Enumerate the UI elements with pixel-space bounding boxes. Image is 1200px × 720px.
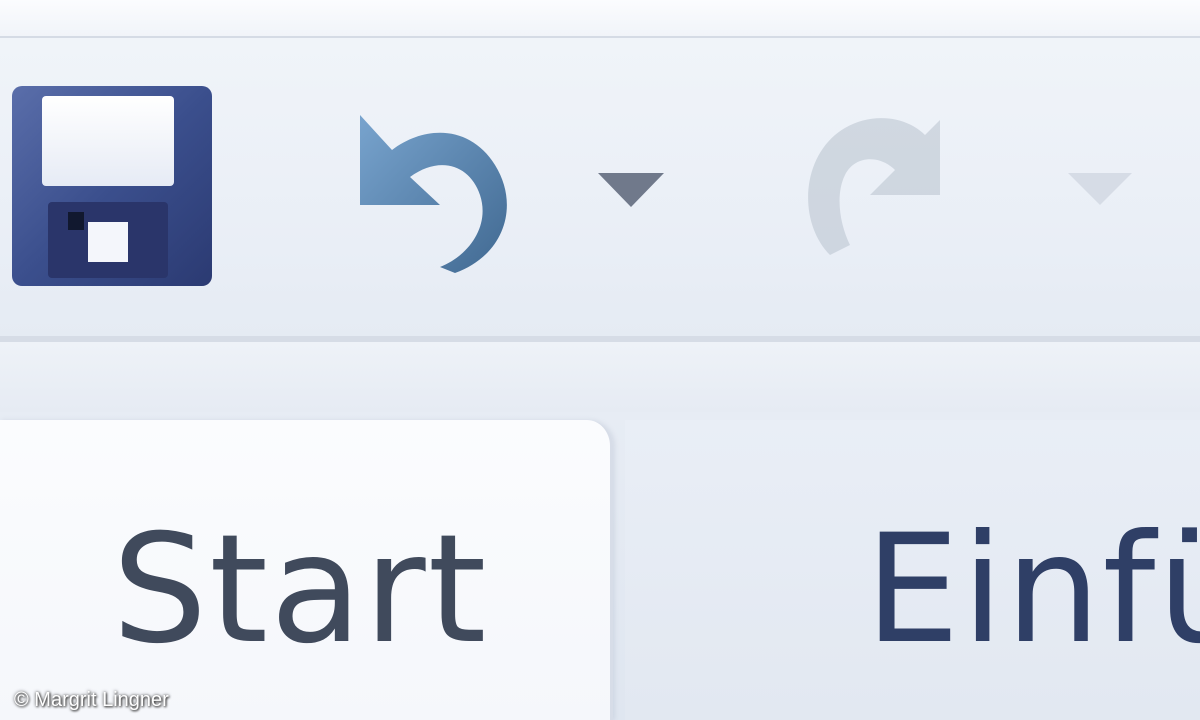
tab-start[interactable]: Start (0, 420, 613, 720)
tab-insert-label: Einfü (865, 503, 1200, 677)
tab-insert[interactable]: Einfü (625, 420, 1200, 720)
undo-dropdown-button[interactable] (586, 135, 676, 225)
undo-arrow-icon (360, 115, 507, 273)
redo-arrow-icon (808, 118, 940, 255)
word-ribbon-closeup: Start Einfü © Margrit Lingner (0, 0, 1200, 720)
tab-start-label: Start (112, 503, 489, 677)
toolbar-gap (0, 342, 1200, 412)
save-button[interactable] (8, 82, 216, 292)
floppy-disk-icon (12, 86, 212, 286)
redo-button[interactable] (790, 95, 970, 275)
title-bar-edge (0, 0, 1200, 38)
photo-credit: © Margrit Lingner (14, 689, 169, 711)
undo-button[interactable] (330, 95, 520, 275)
chevron-down-icon (598, 173, 664, 207)
redo-dropdown-button[interactable] (1050, 135, 1150, 225)
chevron-down-icon (1068, 173, 1132, 205)
